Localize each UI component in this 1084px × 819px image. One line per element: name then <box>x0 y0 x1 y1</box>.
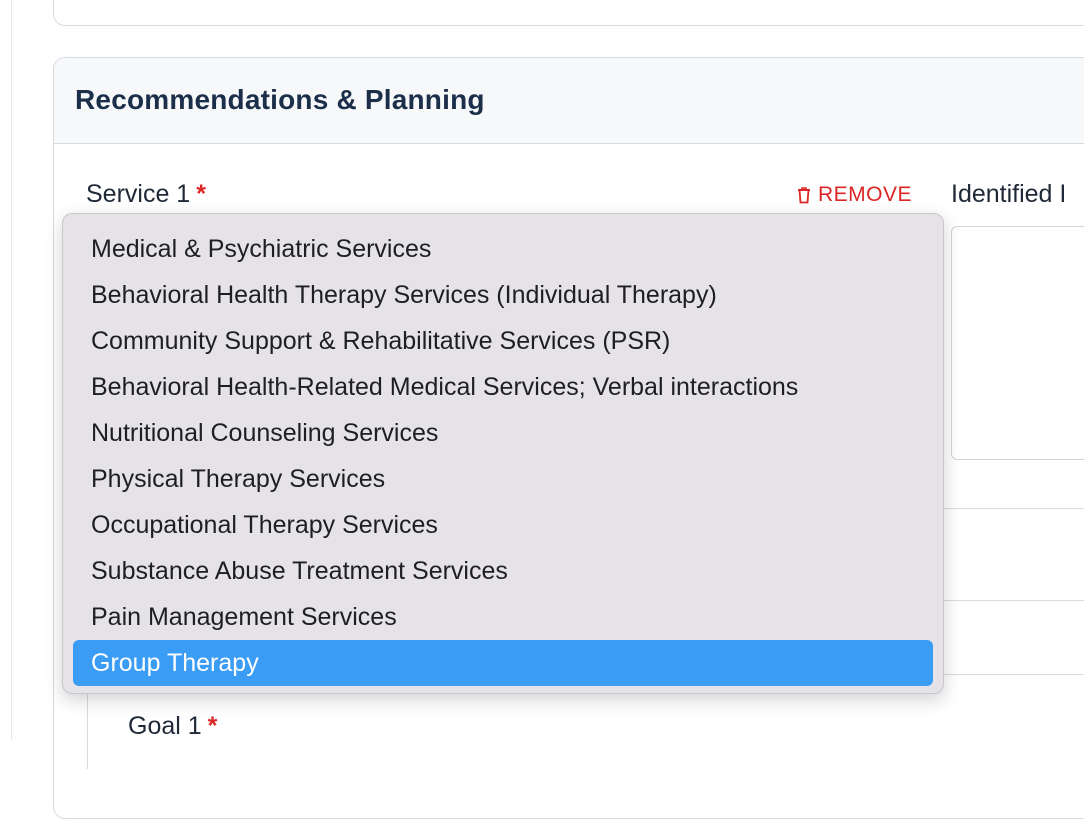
required-mark: * <box>196 180 206 208</box>
goal-required-mark: * <box>207 712 218 740</box>
goals-divider-2 <box>940 674 1084 675</box>
service-option[interactable]: Behavioral Health Therapy Services (Indi… <box>73 272 933 318</box>
service-option[interactable]: Medical & Psychiatric Services <box>73 226 933 272</box>
service-option[interactable]: Nutritional Counseling Services <box>73 410 933 456</box>
service-option[interactable]: Physical Therapy Services <box>73 456 933 502</box>
service-label: Service 1 * <box>86 180 206 209</box>
service-option[interactable]: Substance Abuse Treatment Services <box>73 548 933 594</box>
goals-divider-1 <box>940 600 1084 601</box>
goal-label: Goal 1 * <box>128 712 217 741</box>
previous-card <box>53 0 1084 26</box>
left-rail <box>0 0 12 740</box>
remove-button[interactable]: REMOVE <box>797 183 912 207</box>
remove-label: REMOVE <box>818 183 913 206</box>
identified-textarea[interactable] <box>951 226 1084 460</box>
trash-icon <box>797 186 811 204</box>
service-option[interactable]: Occupational Therapy Services <box>73 502 933 548</box>
service-option-selected[interactable]: Group Therapy <box>73 640 933 686</box>
identified-label: Identified I <box>951 180 1067 208</box>
service-dropdown-menu[interactable]: Medical & Psychiatric Services Behaviora… <box>62 213 944 694</box>
service-label-text: Service 1 <box>86 180 191 208</box>
service-option[interactable]: Pain Management Services <box>73 594 933 640</box>
service-option[interactable]: Community Support & Rehabilitative Servi… <box>73 318 933 364</box>
card-header: Recommendations & Planning <box>54 58 1084 144</box>
section-title: Recommendations & Planning <box>75 84 485 115</box>
service-option[interactable]: Behavioral Health-Related Medical Servic… <box>73 364 933 410</box>
goal-label-text: Goal 1 <box>128 712 202 740</box>
